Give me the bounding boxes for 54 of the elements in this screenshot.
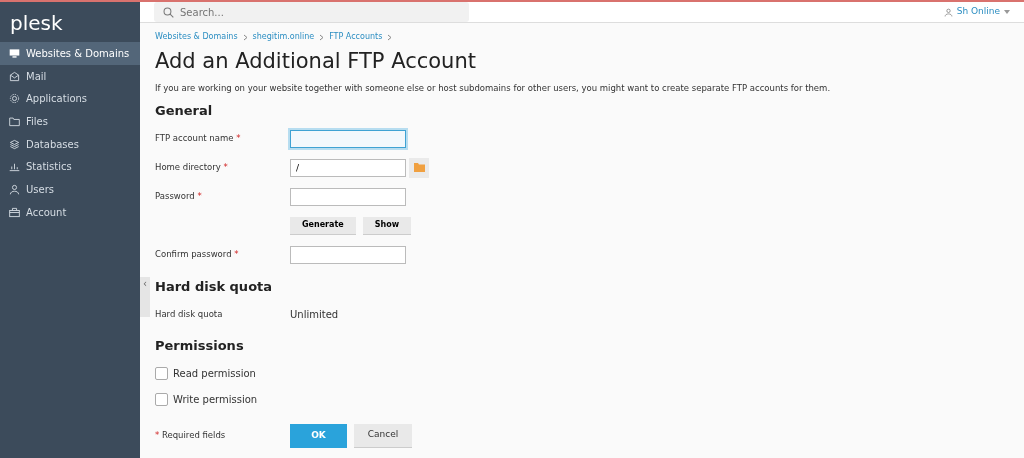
- input-field[interactable]: [290, 129, 406, 148]
- field-label: FTP account name *: [155, 132, 242, 145]
- user-menu[interactable]: Sh Online: [943, 5, 1010, 19]
- checkbox-label: Read permission: [173, 367, 256, 382]
- checkbox[interactable]: [155, 367, 168, 381]
- page-title: Add an Additional FTP Account: [155, 49, 477, 75]
- sidebar-item[interactable]: Account: [0, 200, 140, 224]
- chevron-icon: [242, 33, 248, 41]
- section-heading: General: [155, 102, 214, 119]
- section-heading: Permissions: [155, 338, 245, 354]
- action-button[interactable]: Generate: [290, 216, 356, 235]
- intro-text: If you are working on your website together with someone else or host subdomains for other users, you might want to create separate FTP accounts for them.: [155, 82, 832, 95]
- input-field[interactable]: [290, 187, 406, 206]
- search-field[interactable]: Search...: [154, 2, 469, 22]
- cancel-button[interactable]: Cancel: [354, 423, 412, 448]
- sidebar-item[interactable]: Databases: [0, 132, 140, 156]
- gear-icon: [9, 93, 20, 105]
- breadcrumb-link[interactable]: FTP Accounts: [329, 31, 383, 43]
- chevron-icon: [319, 33, 325, 41]
- user-icon: [943, 7, 953, 17]
- folder-icon: [413, 163, 425, 173]
- breadcrumb-link[interactable]: Websites & Domains: [155, 31, 238, 43]
- caret-icon: [1004, 10, 1010, 14]
- breadcrumb-link[interactable]: shegitim.online: [252, 31, 315, 43]
- collapse-handle[interactable]: ‹: [140, 277, 150, 317]
- browse-button[interactable]: [409, 157, 429, 178]
- logo: plesk: [9, 10, 64, 37]
- search-icon: [163, 6, 174, 18]
- sidebar-item[interactable]: Applications: [0, 87, 140, 111]
- field-label: Confirm password *: [155, 248, 240, 261]
- bar-chart-icon: [9, 161, 20, 173]
- user-icon: [9, 183, 20, 195]
- required-note: * Required fields: [155, 429, 227, 443]
- sidebar-item[interactable]: Files: [0, 110, 140, 133]
- checkbox[interactable]: [155, 393, 168, 407]
- chevron-icon: [387, 33, 393, 41]
- field-label: Hard disk quota: [155, 307, 224, 321]
- checkbox-label: Write permission: [173, 393, 258, 408]
- field-value: Unlimited: [290, 307, 339, 322]
- monitor-icon: [9, 47, 20, 59]
- sidebar-item[interactable]: Websites & Domains: [0, 42, 140, 65]
- field-label: Password *: [155, 190, 203, 203]
- envelope-icon: [9, 70, 20, 82]
- sidebar-item[interactable]: Statistics: [0, 155, 140, 179]
- input-field[interactable]: [290, 245, 406, 264]
- input-field[interactable]: /: [290, 158, 406, 177]
- section-heading: Hard disk quota: [155, 278, 274, 295]
- sidebar-item[interactable]: Users: [0, 178, 140, 201]
- layers-icon: [9, 138, 20, 150]
- field-label: Home directory *: [155, 161, 229, 174]
- folder-icon: [9, 115, 20, 127]
- briefcase-icon: [9, 206, 20, 218]
- action-button[interactable]: Show: [362, 216, 412, 235]
- sidebar-item[interactable]: Mail: [0, 64, 140, 88]
